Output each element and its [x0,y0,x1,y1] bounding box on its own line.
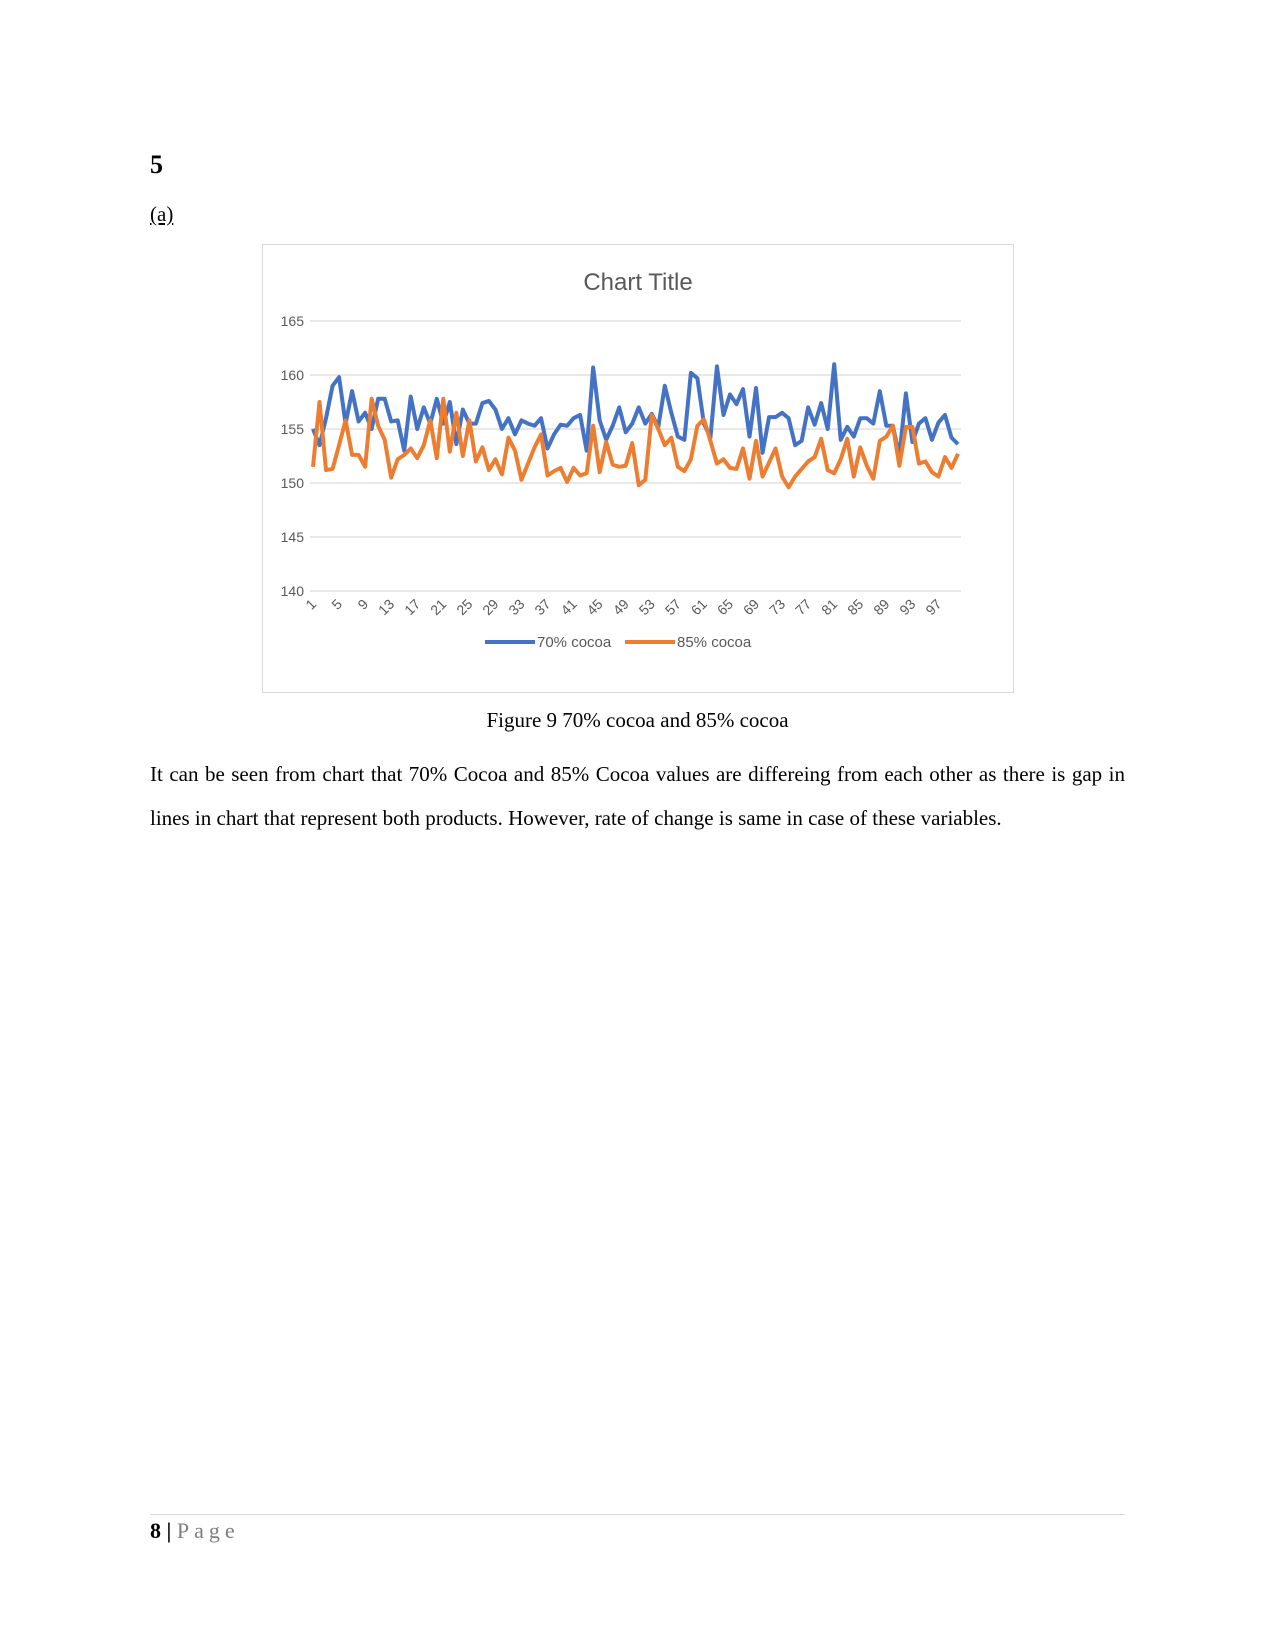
section-heading: 5 [150,150,163,179]
x-tick-label: 1 [302,596,319,613]
x-tick-label: 85 [844,596,866,618]
line-chart: Chart Title 140 145 150 155 160 165 1 5 9 13 17 21 2… [262,244,1014,693]
page-number: 8 [150,1518,161,1543]
x-tick-label: 17 [401,596,423,618]
x-tick-label: 69 [740,596,762,618]
y-tick-label: 160 [281,367,305,383]
x-tick-label: 45 [583,596,605,618]
x-tick-label: 5 [328,596,345,613]
y-tick-label: 150 [281,475,305,491]
x-tick-label: 73 [766,596,788,618]
x-tick-label: 29 [479,596,501,618]
footer-separator: | [166,1518,172,1543]
subsection-label: (a) [150,202,174,226]
footer-divider [150,1514,1125,1515]
y-tick-label: 165 [281,313,305,329]
x-tick-label: 57 [662,596,684,618]
x-tick-label: 37 [531,596,553,618]
x-tick-label: 9 [354,596,371,613]
y-tick-label: 155 [281,421,305,437]
series-line-0 [311,362,960,458]
x-tick-label: 65 [714,596,736,618]
chart-svg: Chart Title 1401451501551601651 5 9 13 17 21 2… [281,269,961,651]
x-tick-label: 61 [688,596,710,618]
document-page: 5 (a) Chart Title 140 145 150 155 160 165 1 5 9 1… [0,0,1275,1650]
legend-label: 85% cocoa [677,634,752,651]
page-label: Page [176,1518,240,1543]
x-tick-label: 81 [818,596,840,618]
page-footer: 8 | Page [150,1518,240,1544]
legend-label: 70% cocoa [537,634,612,651]
body-paragraph: It can be seen from chart that 70% Cocoa… [150,762,1125,830]
x-tick-label: 21 [427,596,449,618]
x-tick-label: 93 [896,596,918,618]
x-tick-label: 77 [792,596,814,618]
x-tick-label: 49 [610,596,632,618]
x-tick-label: 41 [557,596,579,618]
y-tick-label: 145 [281,529,305,545]
chart-title: Chart Title [583,269,692,296]
x-tick-label: 13 [375,596,397,618]
x-tick-label: 25 [453,596,475,618]
x-tick-label: 97 [922,596,944,618]
y-tick-label: 140 [281,583,305,599]
x-tick-label: 89 [870,596,892,618]
x-tick-label: 53 [636,596,658,618]
figure-caption: Figure 9 70% cocoa and 85% cocoa [486,708,789,732]
x-tick-label: 33 [505,596,527,618]
